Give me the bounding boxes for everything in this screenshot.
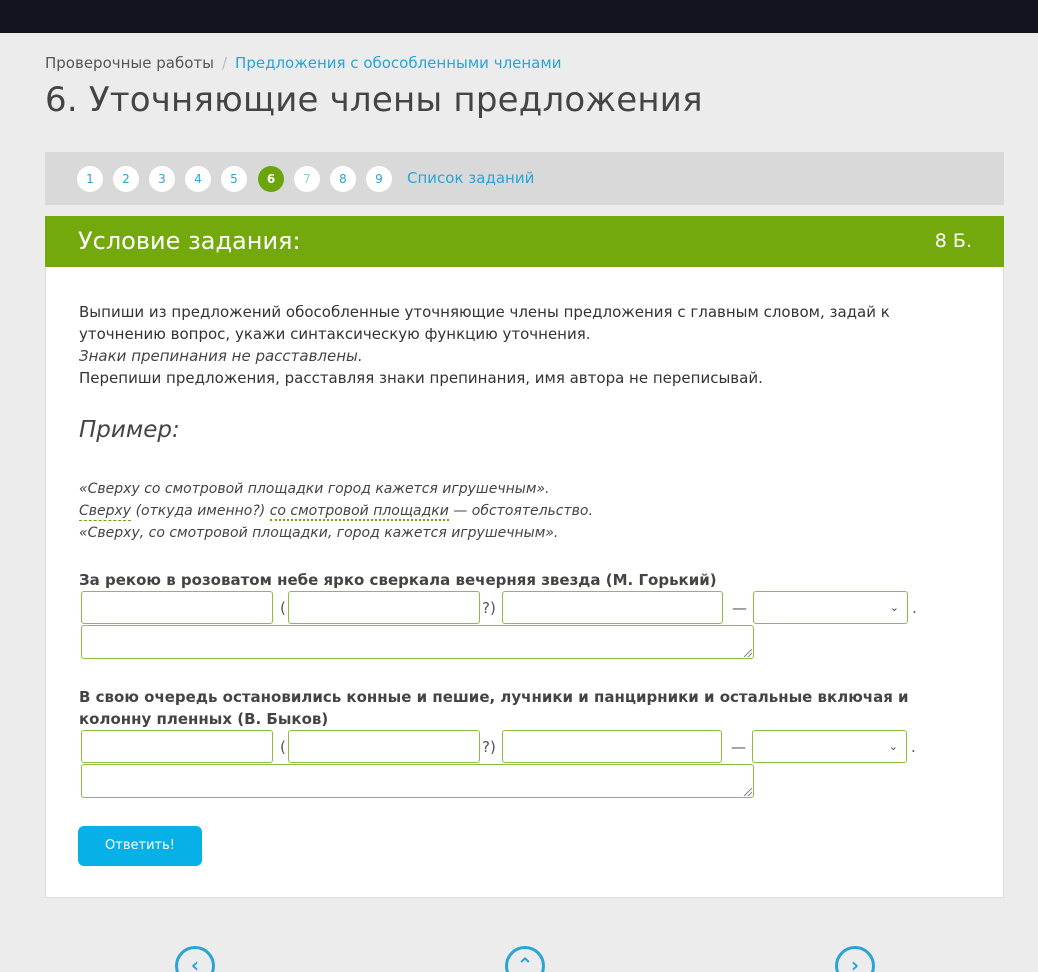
submit-answer-button[interactable]: Ответить! [78,826,202,866]
chevron-down-icon: ⌄ [888,740,898,753]
pager-item-2[interactable]: 2 [113,166,139,192]
q1-question-input[interactable] [288,591,480,624]
breadcrumb-current[interactable]: Предложения с обособленными членами [235,54,561,72]
q1-close-question: ?) [482,599,496,617]
pager-item-5[interactable]: 5 [221,166,247,192]
instruction-main: Выпиши из предложений обособленные уточн… [79,303,890,343]
q2-main-word-input[interactable] [81,730,273,763]
top-bar [0,0,1038,33]
task-points: 8 Б. [934,230,972,252]
breadcrumb-root[interactable]: Проверочные работы [45,54,214,72]
breadcrumb-separator: / [221,54,228,72]
chevron-right-icon[interactable]: › [835,946,875,972]
pager-item-4[interactable]: 4 [185,166,211,192]
pager-item-1[interactable]: 1 [77,166,103,192]
q1-open-paren: ( [280,599,286,617]
task-card: Условие задания: 8 Б. Выпиши из предложе… [45,216,1004,898]
task-card-header: Условие задания: 8 Б. [45,216,1004,267]
breadcrumb: Проверочные работы / Предложения с обособл… [45,54,561,72]
instruction-note: Знаки препинания не расставлены. [79,347,363,365]
q1-rewrite-textarea[interactable] [81,625,754,659]
example-analysis: Сверху (откуда именно?) со смотровой пло… [79,500,593,522]
pager-item-6-active[interactable]: 6 [258,166,284,192]
q1-function-select[interactable]: ⌄ [753,591,908,624]
example-heading: Пример: [79,417,180,443]
resize-grip-icon[interactable] [744,649,752,657]
q2-period: . [911,738,916,756]
question-1-text: За рекою в розоватом небе ярко сверкала … [79,571,717,589]
q2-function-select[interactable]: ⌄ [752,730,907,763]
page-title: 6. Уточняющие члены предложения [45,80,703,120]
q1-clarification-input[interactable] [502,591,723,624]
example-sentence: «Сверху со смотровой площадки город каже… [79,481,550,497]
chevron-left-icon[interactable]: ‹ [175,946,215,972]
example-punctuated: «Сверху, со смотровой площадки, город ка… [79,525,559,541]
q2-rewrite-textarea[interactable] [81,764,754,798]
pager-item-7[interactable]: 7 [294,166,320,192]
task-pager: 1 2 3 4 5 6 7 8 9 Список заданий [45,152,1004,205]
q1-main-word-input[interactable] [81,591,273,624]
example-function: — обстоятельство. [453,503,593,519]
q2-clarification-input[interactable] [502,730,722,763]
task-condition-title: Условие задания: [78,227,301,255]
task-list-link[interactable]: Список заданий [407,169,534,187]
chevron-down-icon: ⌄ [889,601,899,614]
example-block: «Сверху со смотровой площадки город каже… [79,478,593,544]
q1-period: . [912,599,917,617]
q2-close-question: ?) [482,738,496,756]
pager-item-8[interactable]: 8 [330,166,356,192]
q2-dash: — [731,738,746,756]
question-2-text: В свою очередь остановились конные и пеш… [79,688,909,728]
q2-question-input[interactable] [288,730,480,763]
task-instructions: Выпиши из предложений обособленные уточн… [79,301,979,389]
instruction-rewrite: Перепиши предложения, расставляя знаки п… [79,369,763,387]
q1-dash: — [732,599,747,617]
pager-item-9[interactable]: 9 [366,166,392,192]
resize-grip-icon[interactable] [744,788,752,796]
example-clarification: со смотровой площадки [269,503,449,521]
q2-open-paren: ( [280,738,286,756]
pager-item-3[interactable]: 3 [149,166,175,192]
example-question: (откуда именно?) [135,503,266,519]
example-main-word: Сверху [79,503,132,521]
chevron-up-icon[interactable]: ⌃ [505,946,545,972]
